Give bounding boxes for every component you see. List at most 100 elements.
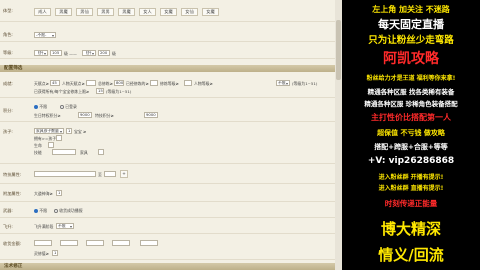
collect-input-1[interactable]: [34, 240, 52, 246]
body-option-5[interactable]: 男魔: [118, 8, 135, 16]
pet-select[interactable]: 家具孩子数量: [34, 128, 64, 134]
stats-input[interactable]: 1: [56, 190, 62, 196]
pet-sub-2-input[interactable]: [48, 142, 54, 148]
promo-contact-line: +V: vip26286868: [367, 156, 455, 166]
promo-line-9: 搭配+跨服+合服+等等: [374, 143, 448, 151]
fly-row: 飞升: 飞升满阶段 不限: [0, 220, 342, 234]
body-option-9[interactable]: 女魔: [202, 8, 219, 16]
radio-on-icon: [34, 209, 38, 213]
pet-sub-5-input[interactable]: [52, 149, 76, 155]
collect-input-3[interactable]: [86, 240, 104, 246]
attrs-line2-text: 已获得所有/每个宝宝修炼上限≥: [34, 89, 90, 94]
points-line2b-input[interactable]: 9000: [144, 112, 158, 118]
body-option-2[interactable]: 男魔: [55, 8, 72, 16]
weapon-radio-2-label: 收货成功播报: [59, 208, 83, 213]
attrs-tail-1: (等级为1~51): [292, 81, 318, 86]
stats-text: 大道神海≥: [34, 191, 53, 196]
collect-text: 灵修值≥: [34, 251, 49, 256]
promo-fans-line: 只为让粉丝少走弯路: [368, 35, 454, 46]
promo-line-12: 进入粉丝群 直播有提示!: [378, 185, 444, 192]
attrs-text-3: 总修练≥: [98, 81, 113, 86]
points-radio-2-label: 已登录: [65, 104, 77, 109]
role-select[interactable]: -不限-: [34, 32, 56, 38]
points-radio-1[interactable]: 不限: [34, 104, 47, 110]
stats-label: 附加属性:: [3, 191, 22, 196]
promo-line-6: 精通各种区服 珍稀角色装备搭配: [364, 100, 458, 108]
attrs-select[interactable]: 不限: [276, 80, 290, 86]
level-separator: 级 ——: [64, 51, 77, 56]
attrs-input-1[interactable]: 45: [50, 80, 60, 86]
attrs-text-6: 人物等级≥: [194, 81, 213, 86]
collect-input-2[interactable]: [60, 240, 78, 246]
promo-line-5: 精通各种区服 找各类稀有装备: [367, 88, 455, 96]
body-option-7[interactable]: 女魔: [160, 8, 177, 16]
weapon-radio-1-label: 不限: [39, 208, 48, 213]
attrs-text-1: 天赋点≥: [34, 81, 49, 86]
points-line2-input[interactable]: 9000: [78, 112, 92, 118]
pet-sub-5: 技能: [34, 150, 42, 155]
body-option-8[interactable]: 女仙: [181, 8, 198, 16]
section-config-header: 配置筛选: [0, 65, 342, 72]
collect-input-4[interactable]: [112, 240, 130, 246]
role-row: 角色: -不限-: [0, 28, 342, 42]
points-line2-text: 生日特权积分≥: [34, 113, 61, 118]
attrs-input-4[interactable]: [150, 80, 158, 86]
points-row: 积分: 不限 已登录 生日特权积分≥ 9000 特技积分≥ 9000: [0, 100, 342, 122]
radio-on-icon: [34, 105, 38, 109]
fly-label: 飞升:: [3, 224, 13, 229]
weapon-radio-2[interactable]: 收货成功播报: [54, 208, 83, 214]
body-option-1[interactable]: 成人: [34, 8, 51, 16]
stats-row: 附加属性: 大道神海≥ 1: [0, 186, 342, 202]
attrs-label: 成就:: [3, 81, 13, 86]
attrs-input-3[interactable]: 800: [114, 80, 124, 86]
level-to-select[interactable]: 飞升: [82, 50, 96, 56]
promo-brand-line: 阿凯攻略: [383, 51, 439, 67]
level-row: 等级: 飞升 105 级 —— 飞升 200 级: [0, 46, 342, 59]
body-option-6[interactable]: 女人: [139, 8, 156, 16]
pet-sub-6: 家具: [80, 150, 88, 155]
promo-big-line-1: 博大精深: [380, 220, 441, 238]
add-special-button[interactable]: +: [120, 170, 128, 178]
pet-sub-1-input[interactable]: [56, 135, 62, 141]
search-form-panel: 体型: 成人 男魔 男仙 男男 男魔 女人 女魔 女仙 女魔 角色: -不限- …: [0, 0, 342, 270]
points-radio-2[interactable]: 已登录: [60, 104, 77, 110]
collect-input-5[interactable]: [140, 240, 158, 246]
promo-line-8: 超保值 不亏钱 做攻略: [377, 129, 445, 137]
attrs-input-5[interactable]: [184, 80, 192, 86]
points-line2b-text: 特技积分≥: [95, 113, 114, 118]
points-label: 积分:: [3, 108, 13, 113]
promo-line-11: 进入粉丝群 开播有提示!: [378, 174, 444, 181]
level-from-input[interactable]: 105: [50, 50, 62, 56]
attrs-line2-input[interactable]: 15: [96, 88, 104, 94]
attrs-input-2[interactable]: [86, 80, 96, 86]
special-row: 特技属性: 至 +: [0, 166, 342, 184]
pet-sub-6-input[interactable]: [98, 149, 104, 155]
promo-line-13: 时刻传递正能量: [384, 199, 438, 208]
body-option-4[interactable]: 男男: [97, 8, 114, 16]
special-label: 特技属性:: [3, 172, 22, 177]
body-type-row: 体型: 成人 男魔 男仙 男男 男魔 女人 女魔 女仙 女魔: [0, 2, 342, 22]
fly-select[interactable]: 不限: [56, 223, 74, 229]
radio-off-icon: [60, 105, 64, 109]
attrs-text-2: 人物天赋点≥: [62, 81, 85, 86]
promo-line-4: 粉丝给力才是王道 福利等你来拿!: [366, 75, 456, 82]
fly-text: 飞升满阶段: [34, 224, 54, 229]
scrollbar-thumb[interactable]: [336, 20, 341, 80]
pet-count-input[interactable]: 1: [66, 128, 72, 134]
pet-row: 孩子: 家具孩子数量 1 宝宝 ≥ 拥有>=孩子 生命 技能 家具: [0, 124, 342, 164]
collect-row: 收货金额: 灵修值≥ 1: [0, 236, 342, 260]
level-to-input[interactable]: 200: [98, 50, 110, 56]
special-input-to[interactable]: [104, 171, 116, 177]
collect-value-input[interactable]: 1: [52, 250, 58, 256]
special-mid: 至: [98, 172, 102, 177]
level-from-select[interactable]: 飞升: [34, 50, 48, 56]
promo-line-7: 主打性价比搭配第一人: [371, 113, 451, 122]
promo-live-line: 每天固定直播: [378, 18, 444, 31]
attrs-row: 成就: 天赋点≥ 45 人物天赋点≥ 总修练≥ 800 已经修炼的≥ 修炼等级≥…: [0, 76, 342, 98]
body-option-3[interactable]: 男仙: [76, 8, 93, 16]
weapon-radio-1[interactable]: 不限: [34, 208, 47, 214]
special-input-from[interactable]: [34, 171, 96, 177]
attrs-text-5: 修炼等级≥: [160, 81, 179, 86]
pet-label: 孩子:: [3, 129, 13, 134]
attrs-text-4: 已经修炼的≥: [126, 81, 149, 86]
